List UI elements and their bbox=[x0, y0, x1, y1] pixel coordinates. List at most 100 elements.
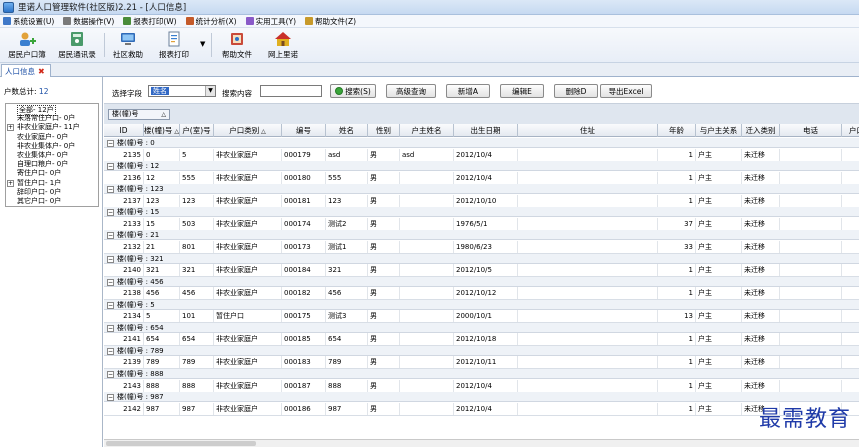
menu-item[interactable]: 实用工具(Y) bbox=[245, 16, 296, 27]
menu-item[interactable]: 帮助文件(Z) bbox=[305, 16, 356, 27]
tab-population-info[interactable]: 人口信息 ✖ bbox=[1, 64, 51, 77]
group-row[interactable]: − 楼(幢)号 : 123 bbox=[104, 184, 859, 195]
collapse-icon[interactable]: − bbox=[107, 371, 114, 378]
table-row[interactable]: 2137 123 123 非农业家庭户 000181 123 男 2012/10/10 1 户主未… bbox=[104, 194, 859, 208]
table-cell bbox=[518, 264, 658, 276]
group-by-chip[interactable]: 楼(幢)号 △ bbox=[108, 109, 170, 120]
table-cell: 未迁移 bbox=[742, 171, 780, 184]
delete-button[interactable]: 删除D bbox=[554, 84, 598, 98]
search-button[interactable]: 搜索(S) bbox=[330, 84, 376, 98]
menu-bar: 系统设置(U) 数据操作(V) 报表打印(W) 统计分析(X) 实用工具(Y) 帮助文件(… bbox=[0, 15, 859, 28]
horizontal-scrollbar[interactable] bbox=[104, 439, 859, 447]
table-cell bbox=[400, 194, 454, 207]
table-cell: 户主 bbox=[696, 356, 742, 369]
resident-contacts-button[interactable]: 居民通讯录 bbox=[54, 30, 100, 60]
add-button[interactable]: 新增A bbox=[446, 84, 490, 98]
table-cell: 12 bbox=[144, 171, 180, 184]
table-row[interactable]: 2142 987 987 非农业家庭户 000186 987 男 2012/10/4 1 户主 未迁… bbox=[104, 402, 859, 416]
group-row[interactable]: − 楼(幢)号 : 21 bbox=[104, 230, 859, 241]
group-row[interactable]: − 楼(幢)号 : 0 bbox=[104, 138, 859, 148]
table-row[interactable]: 2136 12 555 非农业家庭户 000180 555 男 2012/10/4 1 户主 未迁移 bbox=[104, 171, 859, 185]
edit-button[interactable]: 编辑E bbox=[500, 84, 544, 98]
table-cell: 测试3 bbox=[326, 310, 368, 323]
column-header[interactable]: 年龄 bbox=[658, 124, 696, 137]
collapse-icon[interactable]: − bbox=[107, 255, 114, 263]
column-header[interactable]: 姓名 bbox=[326, 124, 368, 137]
table-cell: 未迁移 bbox=[742, 264, 780, 276]
collapse-icon[interactable]: − bbox=[107, 324, 114, 332]
table-cell: 户主 bbox=[696, 333, 742, 346]
menu-item[interactable]: 数据操作(V) bbox=[63, 16, 114, 27]
chevron-down-icon[interactable]: ▼ bbox=[200, 40, 205, 48]
table-row[interactable]: 2135 0 5 非农业家庭户 000179 asd 男 asd 2012/10/4 1 户主 未迁移 bbox=[104, 148, 859, 162]
column-header[interactable]: 出生日期 bbox=[454, 124, 518, 137]
column-header[interactable]: 楼(幢)号 △ bbox=[144, 124, 180, 137]
table-cell: 非农业家庭户 bbox=[214, 402, 282, 415]
resident-register-button[interactable]: 居民户口簿 bbox=[4, 30, 50, 60]
help-file-button[interactable]: 帮助文件 bbox=[216, 30, 258, 60]
table-cell bbox=[780, 194, 842, 207]
menu-icon bbox=[123, 17, 132, 25]
group-row[interactable]: − 楼(幢)号 : 15 bbox=[104, 207, 859, 218]
group-row[interactable]: − 楼(幢)号 : 456 bbox=[104, 276, 859, 287]
group-row[interactable]: − 楼(幢)号 : 888 bbox=[104, 369, 859, 379]
table-cell: 33 bbox=[658, 240, 696, 253]
close-icon[interactable]: ✖ bbox=[38, 67, 45, 76]
sort-asc-icon: △ bbox=[161, 111, 166, 118]
column-header[interactable]: 性别 bbox=[368, 124, 400, 137]
menu-item[interactable]: 报表打印(W) bbox=[123, 16, 177, 27]
collapse-icon[interactable]: − bbox=[107, 163, 114, 171]
collapse-icon[interactable]: − bbox=[107, 209, 114, 217]
column-header[interactable]: 与户主关系 bbox=[696, 124, 742, 137]
search-input[interactable] bbox=[260, 85, 322, 97]
household-filter-panel: 户数总计: 12 全部- 12户 未落常住户口- 0户 + 非农业家庭户- 11户 农业… bbox=[0, 77, 103, 447]
report-print-button[interactable]: 报表打印 bbox=[153, 30, 195, 60]
table-row[interactable]: 2134 5 101 暂住户口 000175 测试3 男 2000/10/1 13 户主 未迁移 bbox=[104, 310, 859, 324]
tree-item-label: 农业家庭户- 0户 bbox=[17, 132, 69, 141]
community-aid-button[interactable]: 社区救助 bbox=[108, 30, 148, 60]
collapse-icon[interactable]: − bbox=[107, 394, 114, 402]
menu-item[interactable]: 统计分析(X) bbox=[185, 16, 237, 27]
menu-item[interactable]: 系统设置(U) bbox=[3, 16, 54, 27]
collapse-icon[interactable]: − bbox=[107, 278, 114, 286]
table-row[interactable]: 2132 21 801 非农业家庭户 000173 测试1 男 1980/6/23 33 户主 未迁… bbox=[104, 240, 859, 254]
column-header[interactable]: 迁入类别 bbox=[742, 124, 780, 137]
table-cell: 2012/10/12 bbox=[454, 287, 518, 300]
table-row[interactable]: 2141 654 654 非农业家庭户 000185 654 男 2012/10/18 1 户主未… bbox=[104, 333, 859, 347]
column-header[interactable]: 户口类别 △ bbox=[214, 124, 282, 137]
table-row[interactable]: 2143 888 888 非农业家庭户 000187 888 男 2012/10/4 1 户主 未迁… bbox=[104, 379, 859, 393]
collapse-icon[interactable]: − bbox=[107, 347, 114, 355]
table-row[interactable]: 2138 456 456 非农业家庭户 000182 456 男 2012/10/12 1 户主未… bbox=[104, 287, 859, 301]
export-excel-button[interactable]: 导出Excel bbox=[600, 84, 652, 98]
table-cell bbox=[842, 218, 859, 230]
advanced-query-button[interactable]: 高级查询 bbox=[386, 84, 436, 98]
scrollbar-thumb[interactable] bbox=[106, 441, 256, 446]
group-row[interactable]: − 楼(幢)号 : 321 bbox=[104, 253, 859, 264]
column-header[interactable]: 户口 bbox=[842, 124, 859, 137]
group-row[interactable]: − 楼(幢)号 : 987 bbox=[104, 392, 859, 403]
table-cell: 非农业家庭户 bbox=[214, 333, 282, 346]
group-row[interactable]: − 楼(幢)号 : 654 bbox=[104, 322, 859, 333]
collapse-icon[interactable]: − bbox=[107, 301, 114, 309]
field-select[interactable]: 姓名 ▼ bbox=[148, 85, 216, 97]
expand-icon[interactable]: + bbox=[7, 179, 14, 187]
group-row[interactable]: − 楼(幢)号 : 12 bbox=[104, 161, 859, 172]
online-lino-button[interactable]: 网上里诺 bbox=[262, 30, 304, 60]
table-row[interactable]: 2140 321 321 非农业家庭户 000184 321 男 2012/10/5 1 户主 未迁… bbox=[104, 264, 859, 277]
column-header[interactable]: ID bbox=[104, 124, 144, 137]
collapse-icon[interactable]: − bbox=[107, 232, 114, 240]
column-header[interactable]: 电话 bbox=[780, 124, 842, 137]
chevron-down-icon: ▼ bbox=[205, 86, 215, 96]
collapse-icon[interactable]: − bbox=[107, 186, 114, 194]
collapse-icon[interactable]: − bbox=[107, 140, 114, 147]
table-cell: 未迁移 bbox=[742, 217, 780, 230]
column-header[interactable]: 住址 bbox=[518, 124, 658, 137]
table-row[interactable]: 2139 789 789 非农业家庭户 000183 789 男 2012/10/11 1 户主未… bbox=[104, 356, 859, 370]
group-row[interactable]: − 楼(幢)号 : 789 bbox=[104, 345, 859, 356]
expand-icon[interactable]: + bbox=[7, 124, 14, 132]
column-header[interactable]: 户主姓名 bbox=[400, 124, 454, 137]
column-header[interactable]: 编号 bbox=[282, 124, 326, 137]
group-row[interactable]: − 楼(幢)号 : 5 bbox=[104, 299, 859, 310]
column-header[interactable]: 户(室)号 bbox=[180, 124, 214, 137]
table-row[interactable]: 2133 15 503 非农业家庭户 000174 测试2 男 1976/5/1 37 户主 未迁移 bbox=[104, 217, 859, 231]
